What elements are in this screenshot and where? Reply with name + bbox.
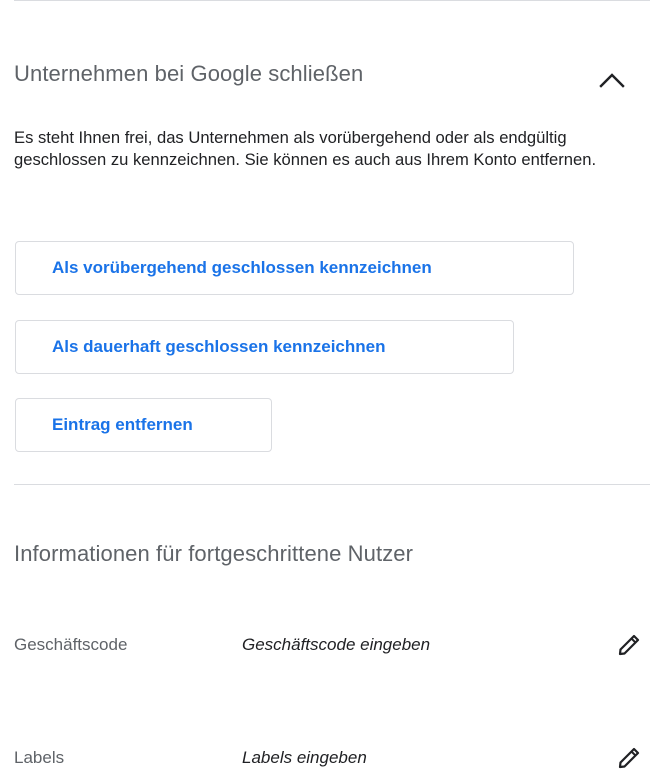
edit-business-code-pencil-icon[interactable] xyxy=(614,630,644,660)
close-business-section-title: Unternehmen bei Google schließen xyxy=(14,61,364,86)
edit-labels-pencil-icon[interactable] xyxy=(614,743,644,773)
chevron-up-icon[interactable] xyxy=(592,66,632,92)
labels-value: Labels eingeben xyxy=(242,748,367,767)
mark-permanently-closed-button[interactable]: Als dauerhaft geschlossen kennzeichnen xyxy=(15,320,514,374)
labels-label: Labels xyxy=(14,748,65,767)
mark-temporarily-closed-button[interactable]: Als vorübergehend geschlossen kennzeichn… xyxy=(15,241,574,295)
section-divider xyxy=(14,484,650,485)
business-code-label: Geschäftscode xyxy=(14,635,128,654)
remove-listing-button[interactable]: Eintrag entfernen xyxy=(15,398,272,452)
business-code-value: Geschäftscode eingeben xyxy=(242,635,431,654)
top-divider xyxy=(14,0,650,1)
advanced-info-section-title: Informationen für fortgeschrittene Nutze… xyxy=(14,541,414,566)
close-business-description: Es steht Ihnen frei, das Unternehmen als… xyxy=(14,128,597,169)
